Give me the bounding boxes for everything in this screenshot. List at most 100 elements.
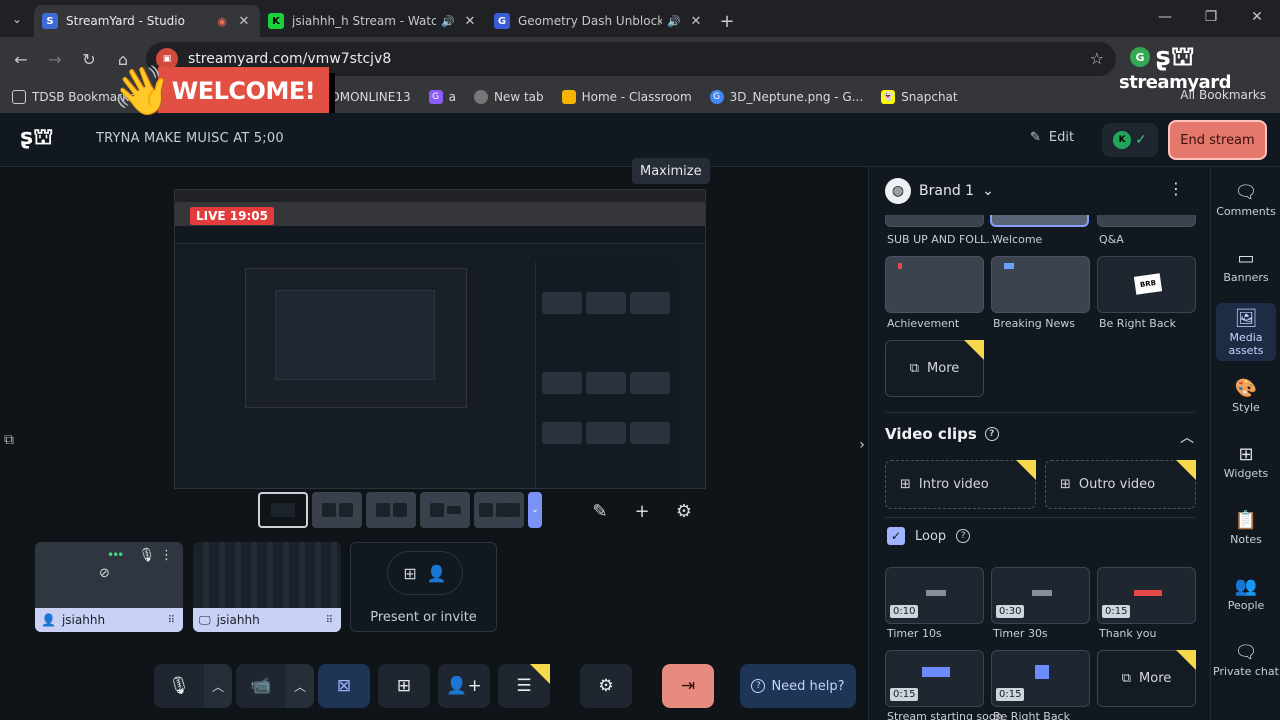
drag-handle-icon[interactable]: ⠿: [326, 615, 333, 626]
clip-thank-you[interactable]: 0:15: [1097, 567, 1196, 624]
layout-split-button[interactable]: [312, 492, 362, 528]
layout-slot: [338, 503, 353, 517]
loop-toggle[interactable]: ✓ Loop ?: [887, 527, 971, 545]
back-icon[interactable]: ←: [4, 42, 38, 76]
help-icon[interactable]: ?: [984, 427, 999, 441]
more-label: More: [1139, 671, 1172, 686]
brand-selector[interactable]: ◍ Brand 1 ⌄: [885, 178, 994, 204]
overlay-achievement[interactable]: [885, 256, 984, 313]
preview-tile: [586, 372, 626, 394]
rail-banners[interactable]: ▭ Banners: [1211, 247, 1280, 284]
outro-video-button[interactable]: ⊞ Outro video: [1045, 460, 1196, 509]
browser-tab-kick[interactable]: K jsiahhh_h Stream - Watch Liv 🔊 ✕: [260, 5, 486, 37]
help-icon[interactable]: ?: [956, 529, 971, 543]
drag-handle-icon[interactable]: ⠿: [168, 615, 175, 626]
gear-icon[interactable]: ⚙: [667, 494, 701, 528]
minimize-icon[interactable]: —: [1142, 0, 1188, 34]
clip-stream-starting-soon[interactable]: 0:15: [885, 650, 984, 707]
layout-group-button[interactable]: [366, 492, 416, 528]
audio-playing-icon[interactable]: 🔊: [666, 15, 682, 28]
audio-playing-icon[interactable]: 🔊: [440, 15, 456, 28]
reload-icon[interactable]: ↻: [72, 42, 106, 76]
streamyard-logo-icon[interactable]: ʂ⛫: [20, 125, 66, 157]
participant-camera-tile[interactable]: ••• 🎙 ⋮ ⊘ 👤 jsiahhh ⠿: [35, 542, 183, 632]
microphone-icon: 🎙: [168, 676, 190, 696]
premium-badge-icon: [964, 340, 984, 360]
overlay-be-right-back[interactable]: BRB: [1097, 256, 1196, 313]
stop-share-button[interactable]: ⊠: [318, 664, 370, 708]
edit-button[interactable]: ✎ Edit: [1030, 130, 1074, 145]
more-options-icon[interactable]: ⋮: [160, 548, 173, 563]
clip-timer-30s[interactable]: 0:30: [991, 567, 1090, 624]
microphone-button[interactable]: 🎙: [154, 664, 204, 708]
layout-slot: [392, 503, 407, 517]
overlay-thumb[interactable]: [1097, 215, 1196, 227]
mic-options-chevron-icon[interactable]: ︿: [204, 664, 232, 708]
layout-leader-button[interactable]: [420, 492, 470, 528]
bookmark-item[interactable]: Ga: [428, 90, 456, 104]
overlay-caption: SUB UP AND FOLL...: [887, 233, 997, 246]
intro-video-button[interactable]: ⊞ Intro video: [885, 460, 1036, 509]
bookmark-label: PDMONLINE13: [323, 90, 411, 104]
present-button[interactable]: ⊞: [378, 664, 430, 708]
rail-media-assets[interactable]: 🖼 Media assets: [1216, 303, 1276, 361]
premium-badge-icon: [1176, 650, 1196, 670]
new-tab-button[interactable]: +: [712, 5, 742, 37]
more-options-icon[interactable]: ⋮: [1168, 179, 1184, 198]
private-chat-icon: 🗨: [1234, 642, 1258, 663]
tab-search-icon[interactable]: ⌄: [0, 0, 34, 37]
browser-tab-streamyard[interactable]: S StreamYard - Studio ◉ ✕: [34, 5, 260, 37]
overlay-breaking-news[interactable]: [991, 256, 1090, 313]
participant-screen-tile[interactable]: 🖵 jsiahhh ⠿: [193, 542, 341, 632]
globe-icon: [473, 90, 488, 104]
invite-button[interactable]: 👤+: [438, 664, 490, 708]
close-window-icon[interactable]: ✕: [1234, 0, 1280, 34]
rail-comments[interactable]: 🗨 Comments: [1211, 181, 1280, 218]
rail-people[interactable]: 👥 People: [1211, 575, 1280, 612]
close-tab-icon[interactable]: ✕: [236, 14, 252, 29]
present-or-invite-tile[interactable]: ⊞ 👤 Present or invite: [350, 542, 497, 632]
need-help-button[interactable]: ? Need help?: [740, 664, 856, 708]
settings-button[interactable]: ⚙: [580, 664, 632, 708]
participant-label: 🖵 jsiahhh: [193, 608, 341, 632]
layout-solo-button[interactable]: [258, 492, 308, 528]
forward-icon[interactable]: →: [38, 42, 72, 76]
restore-icon[interactable]: ❐: [1188, 0, 1234, 34]
rail-private-chat[interactable]: 🗨 Private chat: [1211, 641, 1280, 678]
layout-more-chevron-icon[interactable]: ⌄: [528, 492, 542, 528]
rail-notes[interactable]: 📋 Notes: [1211, 509, 1280, 546]
leave-studio-button[interactable]: ⇥: [662, 664, 714, 708]
layout-panel-toggle-icon[interactable]: ⧉: [0, 405, 18, 475]
rail-widgets[interactable]: ⊞ Widgets: [1211, 443, 1280, 480]
overlay-preview-mark: [898, 263, 902, 269]
pencil-icon[interactable]: ✎: [583, 494, 617, 528]
stream-title: TRYNA MAKE MUISC AT 5;00: [96, 131, 284, 146]
camera-options-chevron-icon[interactable]: ︿: [286, 664, 314, 708]
close-tab-icon[interactable]: ✕: [462, 14, 478, 29]
layout-slot: [429, 503, 444, 517]
camera-button[interactable]: 📹: [236, 664, 286, 708]
loop-checkbox[interactable]: ✓: [887, 527, 905, 545]
overlay-thumb-selected[interactable]: [990, 215, 1089, 227]
clip-be-right-back[interactable]: 0:15: [991, 650, 1090, 707]
video-clips-header[interactable]: Video clips ?: [885, 425, 999, 443]
clip-timer-10s[interactable]: 0:10: [885, 567, 984, 624]
layout-screen-button[interactable]: [474, 492, 524, 528]
close-tab-icon[interactable]: ✕: [688, 14, 704, 29]
bookmark-item[interactable]: Home - Classroom: [561, 90, 692, 104]
preview-tile: [630, 372, 670, 394]
brand-name: Brand 1: [919, 183, 975, 199]
stream-preview[interactable]: [174, 189, 706, 489]
bookmark-item[interactable]: 👻 Snapchat: [881, 90, 958, 104]
destination-chip[interactable]: K ✓: [1102, 123, 1158, 157]
bookmark-item[interactable]: New tab: [473, 90, 544, 104]
end-stream-button[interactable]: End stream: [1168, 120, 1267, 160]
chevron-up-icon[interactable]: ︿: [1180, 427, 1194, 447]
overlay-thumb[interactable]: [885, 215, 984, 227]
kick-favicon: K: [268, 13, 284, 29]
bookmark-item[interactable]: G 3D_Neptune.png - G...: [709, 90, 863, 104]
browser-tab-geometry-dash[interactable]: G Geometry Dash Unblocked 🔊 ✕: [486, 5, 712, 37]
add-icon[interactable]: +: [625, 494, 659, 528]
rail-style[interactable]: 🎨 Style: [1211, 377, 1280, 414]
microphone-icon[interactable]: 🎙: [138, 548, 155, 563]
